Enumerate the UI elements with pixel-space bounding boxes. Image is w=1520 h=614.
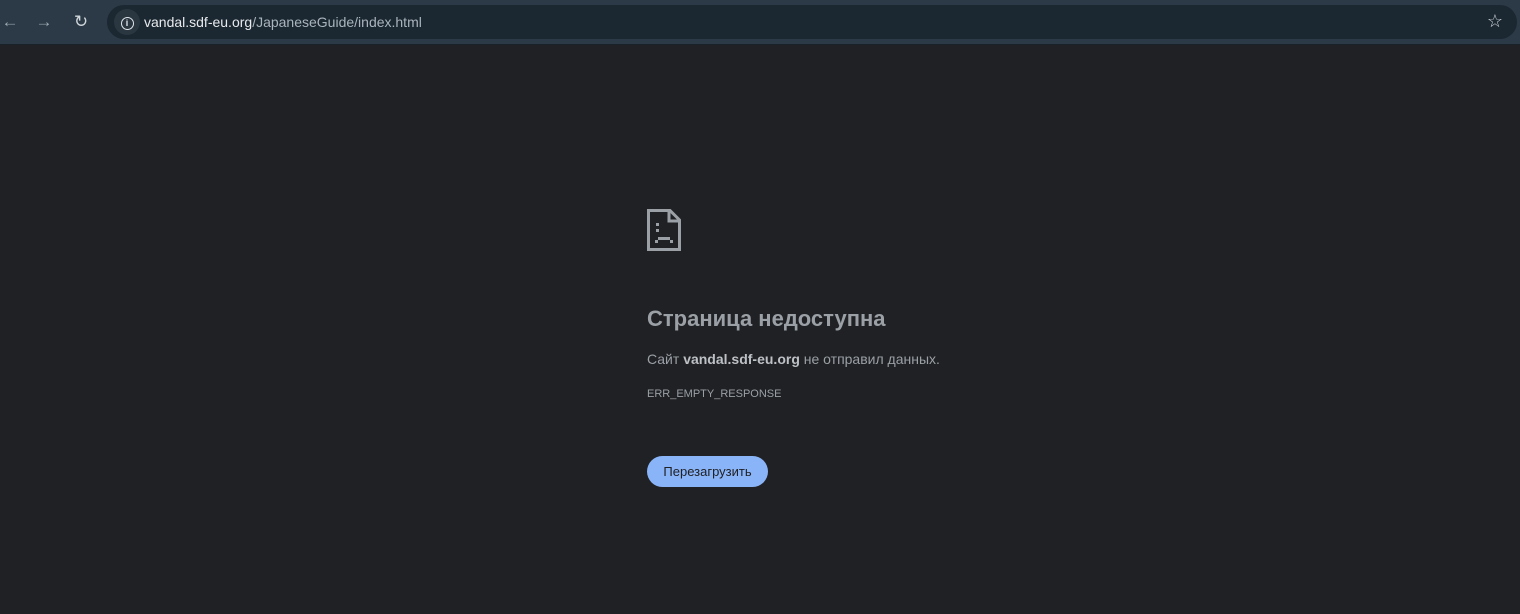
browser-toolbar: ← → ↻ i vandal.sdf-eu.org/JapaneseGuide/…	[0, 0, 1520, 45]
error-page: Страница недоступна Сайт vandal.sdf-eu.o…	[647, 209, 940, 487]
url-path: /JapaneseGuide/index.html	[252, 14, 422, 30]
url-host: vandal.sdf-eu.org	[144, 14, 253, 30]
reload-button[interactable]: Перезагрузить	[647, 456, 768, 487]
bookmark-star-icon[interactable]: ☆	[1487, 11, 1503, 32]
sad-document-icon	[647, 209, 681, 251]
msg-host: vandal.sdf-eu.org	[683, 351, 800, 367]
msg-prefix: Сайт	[647, 351, 684, 367]
error-code: ERR_EMPTY_RESPONSE	[647, 388, 782, 400]
address-bar[interactable]: i vandal.sdf-eu.org/JapaneseGuide/index.…	[107, 5, 1517, 39]
reload-icon[interactable]: ↻	[69, 10, 93, 34]
error-message: Сайт vandal.sdf-eu.org не отправил данны…	[647, 351, 940, 367]
error-title: Страница недоступна	[647, 306, 886, 331]
site-info-icon[interactable]: i	[114, 9, 140, 35]
back-button[interactable]: ←	[0, 10, 22, 34]
msg-suffix: не отправил данных.	[799, 351, 940, 367]
forward-button[interactable]: →	[32, 10, 56, 34]
url-text[interactable]: vandal.sdf-eu.org/JapaneseGuide/index.ht…	[144, 14, 422, 30]
